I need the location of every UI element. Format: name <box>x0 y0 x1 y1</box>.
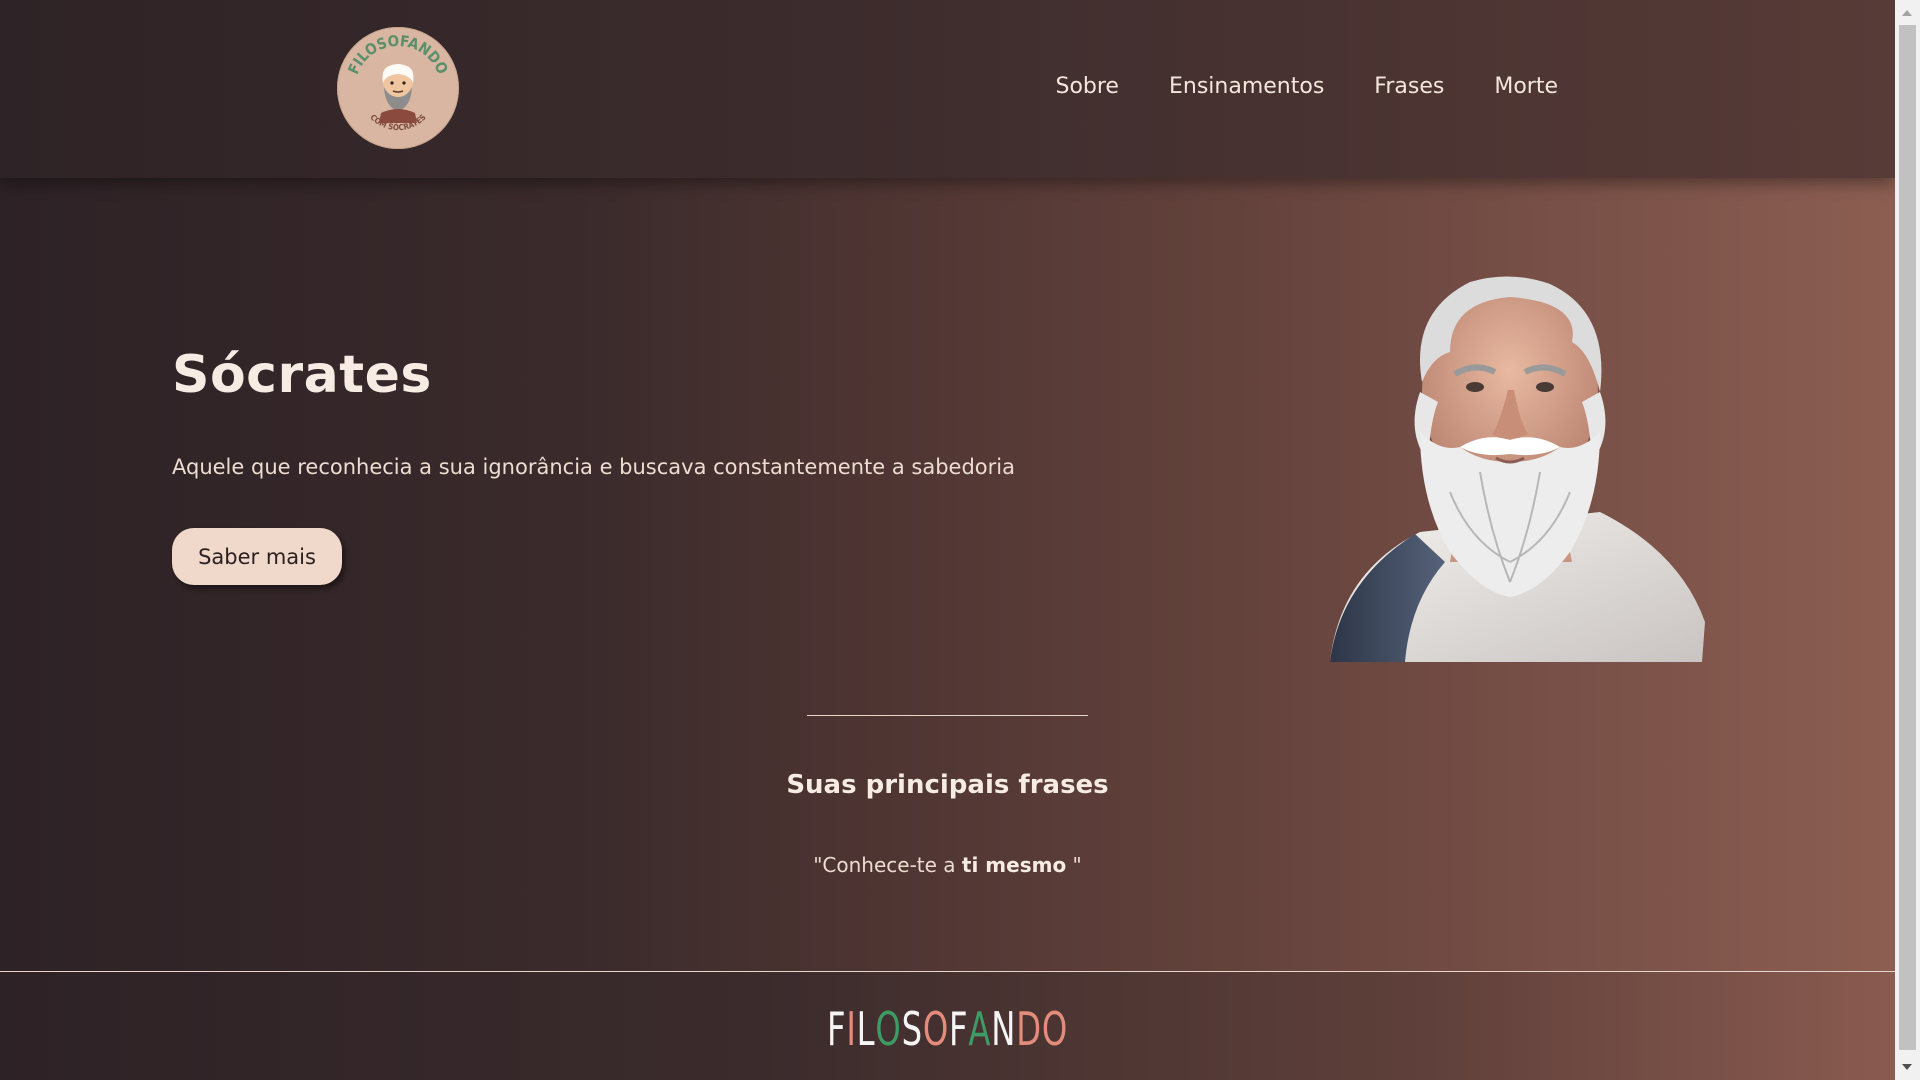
socrates-cartoon-icon: FILOSOFANDO COM SÓCRATES <box>338 28 458 148</box>
featured-quote: "Conhece-te a ti mesmo " <box>0 853 1895 877</box>
footer-logo-letter: A <box>968 1002 992 1056</box>
scroll-down-icon[interactable] <box>1902 1064 1912 1070</box>
main-nav: Sobre Ensinamentos Frases Morte <box>1055 74 1558 99</box>
quote-text-open: "Conhece-te a <box>813 853 962 877</box>
vertical-scrollbar[interactable] <box>1895 0 1920 1080</box>
nav-frases[interactable]: Frases <box>1374 74 1444 99</box>
footer-logo-letter: O <box>875 1002 902 1056</box>
scroll-up-icon[interactable] <box>1902 10 1912 16</box>
site-logo[interactable]: FILOSOFANDO COM SÓCRATES <box>337 27 459 149</box>
footer-logo-letter: O <box>1041 1002 1069 1056</box>
footer-logo-letter: F <box>949 1002 969 1056</box>
footer-logo-letter: N <box>991 1002 1017 1056</box>
footer-logo-letter: O <box>922 1002 950 1056</box>
hero-title: Sócrates <box>172 345 432 405</box>
footer-logo-letter: L <box>856 1002 876 1056</box>
nav-morte[interactable]: Morte <box>1494 74 1558 99</box>
footer-logo-letter: D <box>1016 1002 1042 1056</box>
footer-logo-letter: F <box>826 1002 847 1056</box>
site-header: FILOSOFANDO COM SÓCRATES Sobre Ensinamen… <box>0 0 1895 178</box>
quote-text-close: " <box>1066 853 1082 877</box>
quote-text-bold: ti mesmo <box>961 853 1067 877</box>
nav-ensinamentos[interactable]: Ensinamentos <box>1169 74 1324 99</box>
scroll-thumb[interactable] <box>1899 25 1916 1050</box>
socrates-portrait <box>1310 262 1710 662</box>
nav-sobre[interactable]: Sobre <box>1055 74 1119 99</box>
footer-logo: FILOSOFANDO <box>208 1002 1686 1056</box>
page: FILOSOFANDO COM SÓCRATES Sobre Ensinamen… <box>0 0 1895 1080</box>
hero-subtitle: Aquele que reconhecia a sua ignorância e… <box>172 455 1015 479</box>
footer-logo-letter: I <box>846 1002 857 1056</box>
section-divider <box>807 715 1088 716</box>
quotes-section-title: Suas principais frases <box>786 770 1109 800</box>
site-footer: FILOSOFANDO <box>0 971 1895 1080</box>
saber-mais-button[interactable]: Saber mais <box>172 528 342 585</box>
socrates-bust-icon <box>1330 276 1705 662</box>
footer-logo-letter: S <box>901 1002 923 1056</box>
